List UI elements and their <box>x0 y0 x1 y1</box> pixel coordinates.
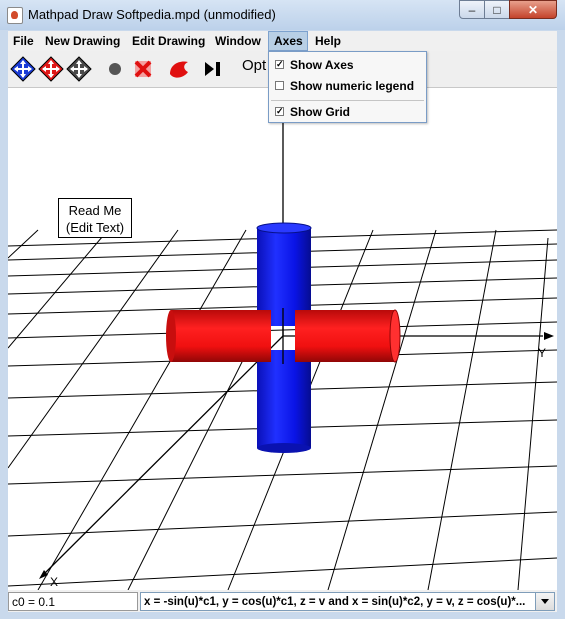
drawing-canvas[interactable]: Read Me (Edit Text) Y X <box>8 88 557 590</box>
chevron-down-icon[interactable] <box>535 592 555 611</box>
menu-show-axes[interactable]: ✓ Show Axes <box>269 55 426 75</box>
app-window: Mathpad Draw Softpedia.mpd (unmodified) … <box>0 0 565 619</box>
gray-arrows-icon[interactable] <box>66 56 92 82</box>
menu-file[interactable]: File <box>8 31 39 51</box>
menu-help[interactable]: Help <box>310 31 346 51</box>
red-shape-icon[interactable] <box>166 56 192 82</box>
blue-cylinder-bottom <box>257 350 311 453</box>
menu-show-numeric-legend[interactable]: Show numeric legend <box>269 76 426 96</box>
minimize-button[interactable]: – <box>459 0 485 19</box>
menu-show-grid[interactable]: ✓ Show Grid <box>269 102 426 122</box>
window-title: Mathpad Draw Softpedia.mpd (unmodified) <box>28 7 276 22</box>
menu-edit-drawing[interactable]: Edit Drawing <box>127 31 210 51</box>
parameter-value: c0 = 0.1 <box>8 592 138 611</box>
menu-bar: File New Drawing Edit Drawing Window Axe… <box>8 31 557 51</box>
checkbox-checked-icon[interactable]: ✓ <box>275 107 284 116</box>
menu-new-drawing[interactable]: New Drawing <box>40 31 125 51</box>
y-axis-label: Y <box>538 346 547 360</box>
red-x-icon[interactable] <box>130 56 156 82</box>
read-me-note[interactable]: Read Me (Edit Text) <box>58 198 132 238</box>
checkbox-unchecked-icon[interactable] <box>275 81 284 90</box>
show-axes-label: Show Axes <box>290 58 354 72</box>
red-cylinder-right <box>295 309 401 363</box>
x-axis-label: X <box>50 575 59 589</box>
checkbox-checked-icon[interactable]: ✓ <box>275 60 284 69</box>
note-line-2: (Edit Text) <box>65 220 125 235</box>
blue-arrows-icon[interactable] <box>10 56 36 82</box>
menu-axes[interactable]: Axes <box>268 31 308 51</box>
red-arrows-icon[interactable] <box>38 56 64 82</box>
menu-separator <box>271 100 424 101</box>
status-bar: c0 = 0.1 x = -sin(u)*c1, y = cos(u)*c1, … <box>8 590 557 612</box>
opt-button[interactable]: Opt <box>242 57 266 74</box>
close-button[interactable]: ✕ <box>509 0 557 19</box>
scene-3d <box>8 118 557 590</box>
note-line-1: Read Me <box>68 203 122 218</box>
menu-window[interactable]: Window <box>210 31 266 51</box>
java-app-icon <box>7 7 23 24</box>
maximize-button[interactable]: □ <box>484 0 510 19</box>
dot-icon[interactable] <box>102 56 128 82</box>
red-cylinder-left <box>166 310 271 362</box>
title-bar: Mathpad Draw Softpedia.mpd (unmodified) … <box>0 0 565 30</box>
show-grid-label: Show Grid <box>290 105 350 119</box>
axes-dropdown-menu: ✓ Show Axes Show numeric legend ✓ Show G… <box>268 51 427 123</box>
axes <box>41 118 543 577</box>
show-numeric-legend-label: Show numeric legend <box>290 79 415 93</box>
y-axis-arrowhead <box>544 332 554 340</box>
expression-select[interactable]: x = -sin(u)*c1, y = cos(u)*c1, z = v and… <box>140 592 537 611</box>
play-pause-icon[interactable] <box>200 56 226 82</box>
